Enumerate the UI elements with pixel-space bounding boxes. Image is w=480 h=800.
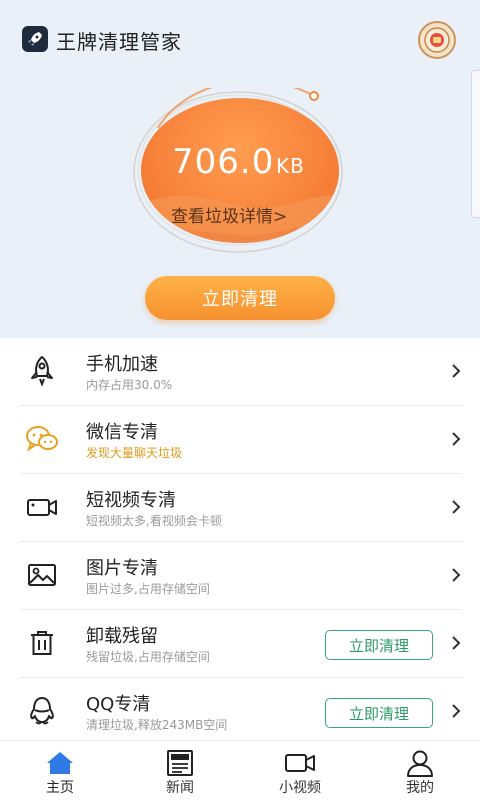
bottom-nav: 主页 新闻 小视频 我的 — [0, 740, 480, 800]
list-item-title: 短视频专清 — [86, 490, 176, 511]
video-icon — [284, 749, 316, 777]
chevron-right-icon — [452, 704, 461, 718]
app-title: 王牌清理管家 — [56, 30, 182, 54]
list-item-subtitle: 发现大量聊天垃圾 — [86, 446, 183, 460]
chevron-right-icon — [452, 568, 461, 582]
list-item-title: QQ专清 — [86, 694, 151, 715]
junk-size-unit: KB — [276, 154, 305, 178]
chevron-right-icon — [452, 432, 461, 446]
list-item-image-clean[interactable]: 图片专清 图片过多,占用存储空间 — [0, 542, 480, 610]
news-icon — [164, 749, 196, 777]
chevron-right-icon — [452, 364, 461, 378]
list-item-title: 微信专清 — [86, 422, 158, 443]
side-drawer-tab[interactable] — [471, 70, 480, 218]
chevron-right-icon — [452, 500, 461, 514]
clean-now-button[interactable]: 立即清理 — [325, 630, 433, 660]
qq-penguin-icon — [24, 693, 60, 729]
list-item-short-video-clean[interactable]: 短视频专清 短视频太多,看视频会卡顿 — [0, 474, 480, 542]
list-item-title: 图片专清 — [86, 558, 158, 579]
nav-label: 我的 — [406, 780, 434, 796]
nav-item-short-video[interactable]: 小视频 — [240, 741, 360, 800]
nav-label: 主页 — [46, 780, 74, 796]
list-item-phone-boost[interactable]: 手机加速 内存占用30.0% — [0, 338, 480, 406]
list-item-subtitle: 图片过多,占用存储空间 — [86, 582, 210, 596]
list-item-qq-clean[interactable]: QQ专清 清理垃圾,释放243MB空间 立即清理 — [0, 678, 480, 746]
rocket-outline-icon — [24, 353, 60, 389]
list-item-subtitle: 残留垃圾,占用存储空间 — [86, 650, 210, 664]
video-camera-icon — [24, 489, 60, 525]
nav-item-me[interactable]: 我的 — [360, 741, 480, 800]
junk-detail-link[interactable]: 查看垃圾详情> — [171, 202, 287, 227]
nav-item-news[interactable]: 新闻 — [120, 741, 240, 800]
rocket-icon — [22, 26, 48, 52]
nav-label: 新闻 — [166, 780, 194, 796]
list-item-subtitle: 短视频太多,看视频会卡顿 — [86, 514, 222, 528]
image-icon — [24, 557, 60, 593]
home-icon — [44, 749, 76, 777]
list-item-title: 卸载残留 — [86, 626, 158, 647]
nav-label: 小视频 — [279, 780, 321, 796]
list-item-title: 手机加速 — [86, 354, 158, 375]
nav-item-home[interactable]: 主页 — [0, 741, 120, 800]
list-item-subtitle: 内存占用30.0% — [86, 378, 173, 392]
clean-now-button[interactable]: 立即清理 — [325, 698, 433, 728]
list-item-wechat-clean[interactable]: 微信专清 发现大量聊天垃圾 — [0, 406, 480, 474]
red-packet-badge-icon[interactable] — [418, 21, 456, 59]
trash-icon — [24, 625, 60, 661]
user-icon — [404, 749, 436, 777]
wechat-icon — [24, 421, 60, 457]
list-item-uninstall-residue[interactable]: 卸载残留 残留垃圾,占用存储空间 立即清理 — [0, 610, 480, 678]
junk-size-value: 706.0 — [172, 142, 275, 182]
list-item-subtitle: 清理垃圾,释放243MB空间 — [86, 718, 228, 732]
chevron-right-icon — [452, 636, 461, 650]
clean-now-button[interactable]: 立即清理 — [145, 276, 335, 320]
